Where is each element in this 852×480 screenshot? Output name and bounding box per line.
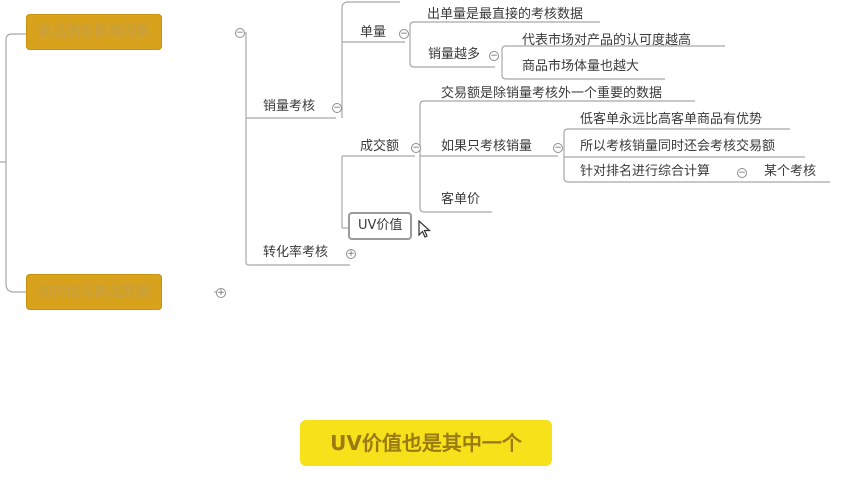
topic-transaction-note[interactable]: 交易额是除销量考核外一个重要的数据 — [441, 86, 662, 102]
expand-toggle-icon[interactable]: + — [346, 249, 356, 259]
topic-conversion-assessment[interactable]: 转化率考核 — [263, 245, 328, 261]
topic-transaction-amount[interactable]: 成交额 — [360, 139, 399, 155]
topic-sales-assessment[interactable]: 销量考核 — [263, 99, 315, 115]
topic-ranking-calc[interactable]: 针对排名进行综合计算 — [580, 164, 710, 180]
connector-lines — [0, 1, 830, 293]
topic-some-assessment[interactable]: 某个考核 — [764, 164, 816, 180]
collapse-toggle-icon[interactable]: − — [489, 51, 499, 61]
expand-toggle-icon[interactable]: + — [216, 288, 226, 298]
topic-if-only-note-1[interactable]: 低客单永远比高客单商品有优势 — [580, 112, 762, 128]
collapse-toggle-icon[interactable]: − — [235, 28, 245, 38]
topic-unit-volume[interactable]: 单量 — [360, 25, 386, 41]
main-topic-sales-factors[interactable]: 商品销售影响因素 — [26, 14, 162, 50]
topic-if-only-note-2[interactable]: 所以考核销量同时还会考核交易额 — [580, 139, 775, 155]
main-topic-optimize-data[interactable]: 如何优化商品数据 — [26, 274, 162, 310]
collapse-toggle-icon[interactable]: − — [332, 103, 342, 113]
video-subtitle-caption: UV价值也是其中一个 — [300, 420, 552, 466]
collapse-toggle-icon[interactable]: − — [553, 143, 563, 153]
mouse-pointer-icon — [418, 220, 432, 238]
topic-more-sales[interactable]: 销量越多 — [428, 47, 480, 63]
topic-more-sales-note-1[interactable]: 代表市场对产品的认可度越高 — [522, 33, 691, 49]
collapse-toggle-icon[interactable]: − — [411, 143, 421, 153]
topic-unit-volume-note[interactable]: 出单量是最直接的考核数据 — [427, 7, 583, 23]
topic-avg-order-value[interactable]: 客单价 — [441, 192, 480, 208]
topic-if-only-sales[interactable]: 如果只考核销量 — [441, 139, 532, 155]
collapse-toggle-icon[interactable]: − — [737, 168, 747, 178]
collapse-toggle-icon[interactable]: − — [399, 29, 409, 39]
topic-more-sales-note-2[interactable]: 商品市场体量也越大 — [522, 59, 639, 75]
topic-uv-value-selected[interactable]: UV价值 — [348, 212, 413, 240]
mindmap-canvas[interactable]: 商品销售影响因素 − 如何优化商品数据 + 销量考核 − 转化率考核 + 单量 … — [0, 0, 852, 480]
